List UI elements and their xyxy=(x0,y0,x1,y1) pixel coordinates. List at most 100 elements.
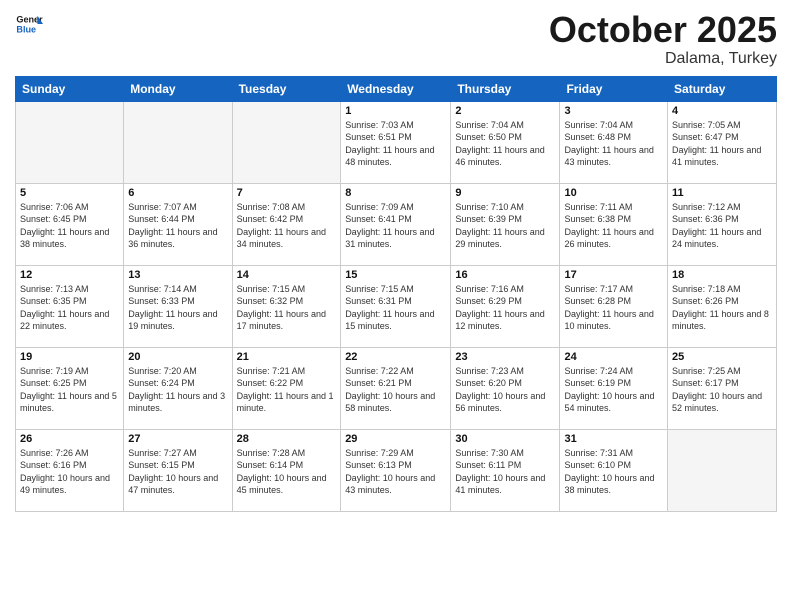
title-block: October 2025 Dalama, Turkey xyxy=(549,10,777,68)
calendar-cell: 21 Sunrise: 7:21 AM Sunset: 6:22 PM Dayli… xyxy=(232,347,341,429)
day-number: 3 xyxy=(564,105,663,117)
day-info: Sunrise: 7:29 AM Sunset: 6:13 PM Dayligh… xyxy=(345,447,446,497)
logo-icon: General Blue xyxy=(15,10,43,38)
day-info: Sunrise: 7:05 AM Sunset: 6:47 PM Dayligh… xyxy=(672,119,772,169)
calendar-cell: 4 Sunrise: 7:05 AM Sunset: 6:47 PM Daylig… xyxy=(668,101,777,183)
day-number: 11 xyxy=(672,187,772,199)
calendar-cell: 10 Sunrise: 7:11 AM Sunset: 6:38 PM Dayli… xyxy=(560,183,668,265)
day-number: 4 xyxy=(672,105,772,117)
calendar-week-5: 26 Sunrise: 7:26 AM Sunset: 6:16 PM Dayli… xyxy=(16,429,777,511)
calendar-cell: 7 Sunrise: 7:08 AM Sunset: 6:42 PM Daylig… xyxy=(232,183,341,265)
day-info: Sunrise: 7:04 AM Sunset: 6:50 PM Dayligh… xyxy=(455,119,555,169)
day-number: 1 xyxy=(345,105,446,117)
day-info: Sunrise: 7:10 AM Sunset: 6:39 PM Dayligh… xyxy=(455,201,555,251)
calendar-cell: 28 Sunrise: 7:28 AM Sunset: 6:14 PM Dayli… xyxy=(232,429,341,511)
calendar-cell: 11 Sunrise: 7:12 AM Sunset: 6:36 PM Dayli… xyxy=(668,183,777,265)
calendar-cell: 17 Sunrise: 7:17 AM Sunset: 6:28 PM Dayli… xyxy=(560,265,668,347)
day-info: Sunrise: 7:30 AM Sunset: 6:11 PM Dayligh… xyxy=(455,447,555,497)
day-info: Sunrise: 7:09 AM Sunset: 6:41 PM Dayligh… xyxy=(345,201,446,251)
calendar-cell: 6 Sunrise: 7:07 AM Sunset: 6:44 PM Daylig… xyxy=(124,183,232,265)
day-number: 17 xyxy=(564,269,663,281)
calendar-week-1: 1 Sunrise: 7:03 AM Sunset: 6:51 PM Daylig… xyxy=(16,101,777,183)
calendar-cell: 3 Sunrise: 7:04 AM Sunset: 6:48 PM Daylig… xyxy=(560,101,668,183)
calendar-week-3: 12Sunrise: 7:13 AM Sunset: 6:35 PM Dayli… xyxy=(16,265,777,347)
day-header-saturday: Saturday xyxy=(668,76,777,101)
day-info: Sunrise: 7:28 AM Sunset: 6:14 PM Dayligh… xyxy=(237,447,337,497)
subtitle: Dalama, Turkey xyxy=(549,50,777,68)
day-header-monday: Monday xyxy=(124,76,232,101)
day-info: Sunrise: 7:21 AM Sunset: 6:22 PM Dayligh… xyxy=(237,365,337,415)
day-info: Sunrise: 7:07 AM Sunset: 6:44 PM Dayligh… xyxy=(128,201,227,251)
svg-text:Blue: Blue xyxy=(16,24,36,34)
calendar-cell: 26 Sunrise: 7:26 AM Sunset: 6:16 PM Dayli… xyxy=(16,429,124,511)
day-info: Sunrise: 7:24 AM Sunset: 6:19 PM Dayligh… xyxy=(564,365,663,415)
day-number: 9 xyxy=(455,187,555,199)
day-header-thursday: Thursday xyxy=(451,76,560,101)
day-number: 20 xyxy=(128,351,227,363)
day-info: Sunrise: 7:22 AM Sunset: 6:21 PM Dayligh… xyxy=(345,365,446,415)
calendar-cell: 8Sunrise: 7:09 AM Sunset: 6:41 PM Daylig… xyxy=(341,183,451,265)
day-number: 10 xyxy=(564,187,663,199)
day-info: Sunrise: 7:11 AM Sunset: 6:38 PM Dayligh… xyxy=(564,201,663,251)
day-info: Sunrise: 7:03 AM Sunset: 6:51 PM Dayligh… xyxy=(345,119,446,169)
day-info: Sunrise: 7:12 AM Sunset: 6:36 PM Dayligh… xyxy=(672,201,772,251)
calendar-cell: 16 Sunrise: 7:16 AM Sunset: 6:29 PM Dayli… xyxy=(451,265,560,347)
day-number: 18 xyxy=(672,269,772,281)
day-number: 31 xyxy=(564,433,663,445)
calendar-cell: 25Sunrise: 7:25 AM Sunset: 6:17 PM Dayli… xyxy=(668,347,777,429)
day-info: Sunrise: 7:06 AM Sunset: 6:45 PM Dayligh… xyxy=(20,201,119,251)
calendar-cell: 9 Sunrise: 7:10 AM Sunset: 6:39 PM Daylig… xyxy=(451,183,560,265)
day-number: 26 xyxy=(20,433,119,445)
day-number: 12 xyxy=(20,269,119,281)
day-number: 7 xyxy=(237,187,337,199)
day-info: Sunrise: 7:18 AM Sunset: 6:26 PM Dayligh… xyxy=(672,283,772,333)
calendar-cell: 23 Sunrise: 7:23 AM Sunset: 6:20 PM Dayli… xyxy=(451,347,560,429)
day-number: 23 xyxy=(455,351,555,363)
page-container: General Blue October 2025 Dalama, Turkey… xyxy=(0,0,792,612)
calendar-cell: 19 Sunrise: 7:19 AM Sunset: 6:25 PM Dayli… xyxy=(16,347,124,429)
calendar-cell xyxy=(16,101,124,183)
calendar-cell: 13Sunrise: 7:14 AM Sunset: 6:33 PM Dayli… xyxy=(124,265,232,347)
day-info: Sunrise: 7:17 AM Sunset: 6:28 PM Dayligh… xyxy=(564,283,663,333)
day-header-wednesday: Wednesday xyxy=(341,76,451,101)
day-number: 5 xyxy=(20,187,119,199)
day-number: 14 xyxy=(237,269,337,281)
day-number: 22 xyxy=(345,351,446,363)
day-info: Sunrise: 7:19 AM Sunset: 6:25 PM Dayligh… xyxy=(20,365,119,415)
day-info: Sunrise: 7:16 AM Sunset: 6:29 PM Dayligh… xyxy=(455,283,555,333)
calendar-cell xyxy=(668,429,777,511)
day-header-friday: Friday xyxy=(560,76,668,101)
calendar-header-row: SundayMondayTuesdayWednesdayThursdayFrid… xyxy=(16,76,777,101)
day-number: 30 xyxy=(455,433,555,445)
calendar-cell: 29 Sunrise: 7:29 AM Sunset: 6:13 PM Dayli… xyxy=(341,429,451,511)
calendar-cell: 5 Sunrise: 7:06 AM Sunset: 6:45 PM Daylig… xyxy=(16,183,124,265)
day-info: Sunrise: 7:26 AM Sunset: 6:16 PM Dayligh… xyxy=(20,447,119,497)
day-number: 21 xyxy=(237,351,337,363)
day-number: 16 xyxy=(455,269,555,281)
calendar-cell: 20 Sunrise: 7:20 AM Sunset: 6:24 PM Dayli… xyxy=(124,347,232,429)
day-number: 29 xyxy=(345,433,446,445)
calendar-cell: 30 Sunrise: 7:30 AM Sunset: 6:11 PM Dayli… xyxy=(451,429,560,511)
day-number: 6 xyxy=(128,187,227,199)
header: General Blue October 2025 Dalama, Turkey xyxy=(15,10,777,68)
day-info: Sunrise: 7:15 AM Sunset: 6:32 PM Dayligh… xyxy=(237,283,337,333)
calendar-cell: 14 Sunrise: 7:15 AM Sunset: 6:32 PM Dayli… xyxy=(232,265,341,347)
calendar-cell: 22 Sunrise: 7:22 AM Sunset: 6:21 PM Dayli… xyxy=(341,347,451,429)
day-number: 13 xyxy=(128,269,227,281)
calendar-cell: 12Sunrise: 7:13 AM Sunset: 6:35 PM Dayli… xyxy=(16,265,124,347)
day-info: Sunrise: 7:31 AM Sunset: 6:10 PM Dayligh… xyxy=(564,447,663,497)
calendar-week-4: 19 Sunrise: 7:19 AM Sunset: 6:25 PM Dayli… xyxy=(16,347,777,429)
day-number: 19 xyxy=(20,351,119,363)
day-number: 25 xyxy=(672,351,772,363)
day-info: Sunrise: 7:08 AM Sunset: 6:42 PM Dayligh… xyxy=(237,201,337,251)
calendar-cell: 24Sunrise: 7:24 AM Sunset: 6:19 PM Dayli… xyxy=(560,347,668,429)
day-info: Sunrise: 7:20 AM Sunset: 6:24 PM Dayligh… xyxy=(128,365,227,415)
calendar-cell: 18 Sunrise: 7:18 AM Sunset: 6:26 PM Dayli… xyxy=(668,265,777,347)
month-title: October 2025 xyxy=(549,10,777,50)
calendar-week-2: 5 Sunrise: 7:06 AM Sunset: 6:45 PM Daylig… xyxy=(16,183,777,265)
calendar-cell: 15Sunrise: 7:15 AM Sunset: 6:31 PM Dayli… xyxy=(341,265,451,347)
day-info: Sunrise: 7:04 AM Sunset: 6:48 PM Dayligh… xyxy=(564,119,663,169)
day-info: Sunrise: 7:23 AM Sunset: 6:20 PM Dayligh… xyxy=(455,365,555,415)
calendar-cell xyxy=(232,101,341,183)
day-number: 28 xyxy=(237,433,337,445)
